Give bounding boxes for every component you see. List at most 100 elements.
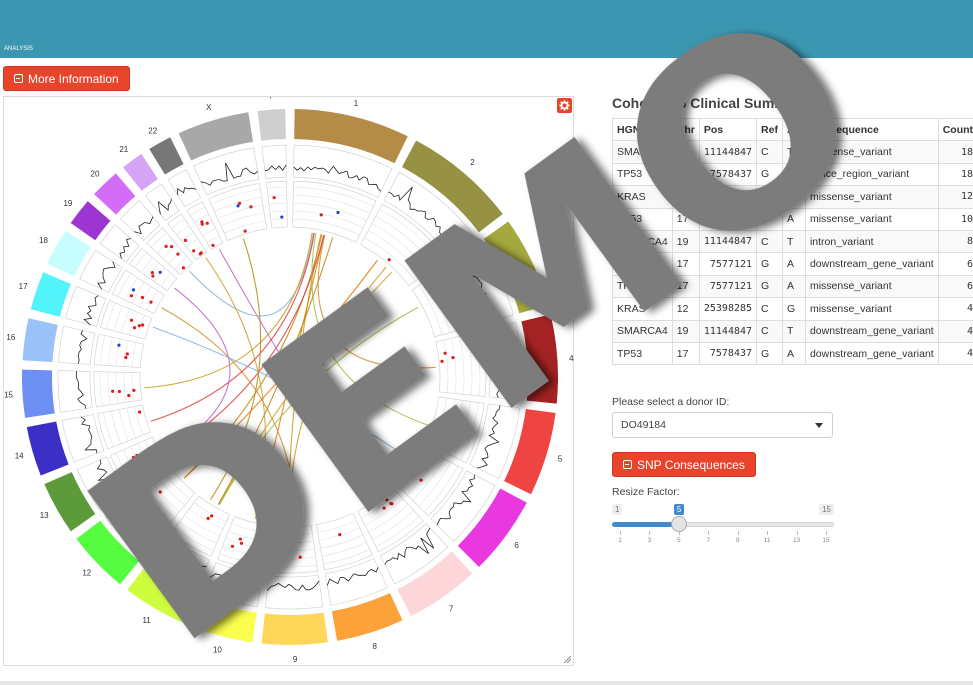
- table-row: TP53 17 7578437 G Amissense_variant 10: [612, 207, 973, 231]
- snp-consequences-button[interactable]: SNP Consequences: [612, 452, 756, 477]
- table-cell: 7577121: [698, 274, 758, 299]
- table-cell: downstream_gene_variant: [804, 341, 939, 366]
- variant-point: [150, 271, 155, 275]
- variant-point: [239, 541, 244, 545]
- column-header[interactable]: Ref: [756, 117, 783, 142]
- chromosome-label: 15: [4, 391, 13, 400]
- slider-tick-label: 9: [735, 537, 740, 544]
- table-cell: 11144847: [698, 140, 758, 164]
- variant-point: [124, 355, 128, 360]
- table-cell: 8: [937, 229, 973, 254]
- variant-point: [129, 294, 133, 298]
- chromosome-band[interactable]: [47, 230, 91, 277]
- variant-point: [210, 514, 214, 518]
- table-cell: TP53: [612, 207, 673, 231]
- chromosome-label: 16: [6, 333, 15, 342]
- variant-point: [135, 453, 139, 458]
- variant-point: [389, 501, 393, 506]
- table-cell: G: [756, 341, 783, 366]
- slider-tick: [826, 531, 827, 535]
- table-cell: SMARCA4: [612, 140, 673, 164]
- chromosome-label: 8: [372, 642, 377, 651]
- variant-point: [181, 266, 185, 270]
- more-information-label: More Information: [28, 71, 119, 86]
- track-frame: [61, 414, 105, 463]
- table-cell: G: [781, 297, 806, 321]
- table-cell: missense_variant: [804, 185, 939, 209]
- variant-point: [200, 222, 204, 226]
- table-cell: A: [781, 162, 806, 187]
- chromosome-band[interactable]: [257, 109, 286, 141]
- collapse-icon: [14, 74, 23, 83]
- chromosome-label: 17: [19, 282, 28, 291]
- slider-tick: [767, 531, 769, 535]
- chromosome-band[interactable]: [261, 612, 328, 646]
- chromosome-band[interactable]: [70, 201, 111, 241]
- chromosome-band[interactable]: [30, 272, 71, 317]
- table-row: KRAS 12 25398285 C Gmissense_variant 4: [612, 297, 973, 321]
- table-cell: 25398285: [698, 297, 758, 321]
- slider-tick: [708, 531, 710, 535]
- table-cell: 25398284: [698, 185, 758, 209]
- variant-point: [117, 343, 121, 347]
- chromosome-band[interactable]: [521, 314, 558, 404]
- table-cell: 17: [671, 207, 700, 231]
- table-cell: C: [756, 319, 783, 343]
- main-content: More Information 1 2 3 4 5 6 7 8 9 10 11 12 13 14 15 16…: [0, 58, 973, 685]
- column-header[interactable]: HGNC: [612, 117, 673, 142]
- table-cell: 7578437: [698, 162, 758, 187]
- chromosome-band[interactable]: [26, 421, 69, 476]
- variant-point: [456, 314, 460, 318]
- column-header[interactable]: Consequence: [804, 117, 939, 142]
- variant-point: [125, 352, 129, 356]
- chromosome-band[interactable]: [123, 154, 158, 191]
- slider-tick-label: 5: [677, 537, 681, 544]
- variant-point: [127, 393, 131, 398]
- variant-point: [230, 544, 235, 548]
- chromosome-band[interactable]: [94, 173, 136, 215]
- more-information-button[interactable]: More Information: [3, 66, 130, 91]
- column-header[interactable]: Chr: [671, 117, 700, 142]
- chromosome-band[interactable]: [149, 137, 184, 175]
- chromosome-label: 13: [40, 511, 49, 520]
- track-frame: [58, 325, 96, 365]
- chromosome-label: 21: [119, 145, 128, 154]
- table-cell: 19: [671, 319, 700, 343]
- slider-handle[interactable]: [670, 516, 687, 532]
- table-cell: 10: [937, 207, 973, 231]
- column-header[interactable]: Alt: [781, 117, 806, 142]
- slider-tick-label: 7: [706, 537, 711, 544]
- variant-point: [280, 215, 284, 219]
- track-frame: [435, 330, 487, 397]
- column-header[interactable]: Pos: [698, 117, 758, 142]
- gear-icon[interactable]: [557, 98, 572, 113]
- resize-factor-slider[interactable]: 1 15 5 1 3 5 7 9 11 13 15: [612, 501, 834, 551]
- variant-point: [111, 389, 115, 393]
- chromosome-band[interactable]: [22, 318, 58, 363]
- slider-tick: [737, 531, 739, 535]
- column-header[interactable]: Count: [937, 117, 973, 142]
- slider-tick-label: 15: [822, 537, 830, 544]
- variant-point: [298, 555, 302, 559]
- chromosome-label: 4: [569, 354, 574, 363]
- chromosome-label: 10: [213, 645, 222, 654]
- variant-point: [319, 213, 323, 217]
- table-cell: 12: [937, 185, 973, 209]
- chromosome-label: 7: [449, 604, 454, 613]
- table-cell: missense_variant: [804, 207, 939, 231]
- table-row: TP53 17 7578437 G Adownstream_gene_variant 4: [612, 341, 973, 366]
- table-cell: TP53: [612, 162, 673, 187]
- variant-point: [272, 196, 276, 200]
- chromosome-band[interactable]: [21, 369, 55, 418]
- link-chord: [287, 234, 322, 523]
- donor-id-select[interactable]: DO49184: [612, 412, 833, 438]
- table-cell: 19: [671, 140, 700, 164]
- resize-grip-icon[interactable]: [564, 656, 571, 663]
- slider-tick: [678, 531, 680, 535]
- footer-divider: [0, 681, 973, 685]
- collapse-icon: [623, 460, 632, 469]
- link-chord: [219, 306, 419, 506]
- donor-id-value: DO49184: [621, 419, 666, 431]
- variant-point: [137, 410, 142, 414]
- table-cell: C: [756, 229, 783, 254]
